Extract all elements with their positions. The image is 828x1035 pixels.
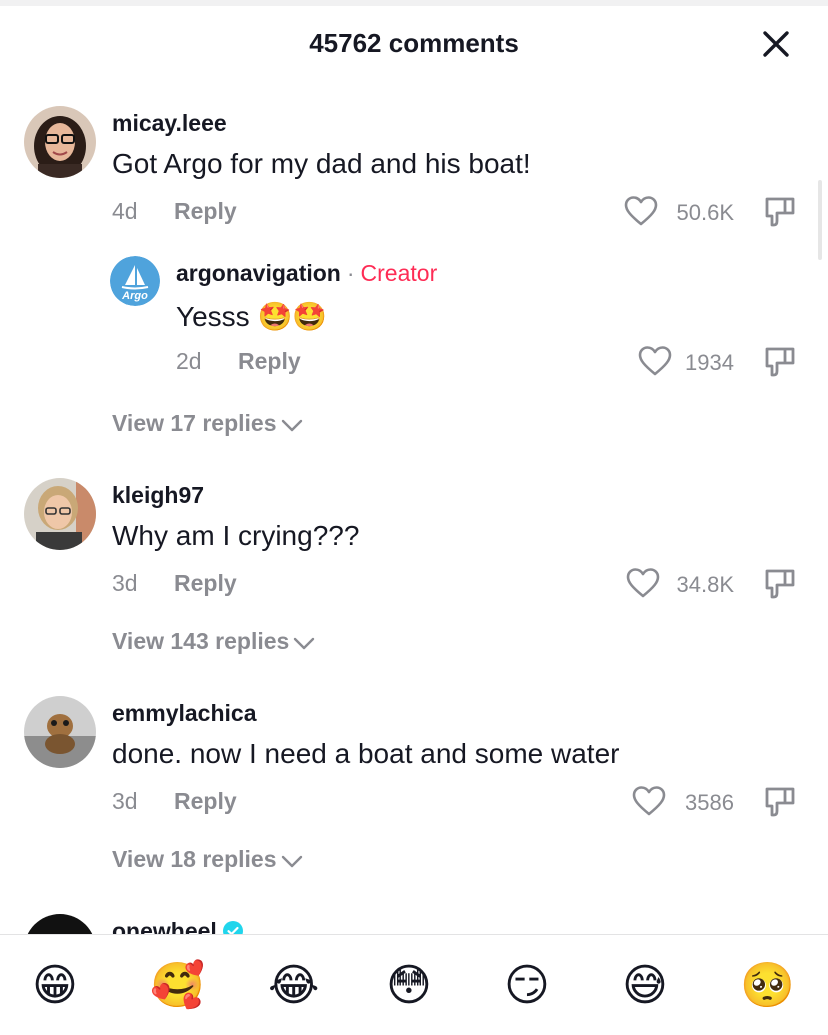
view-replies-button[interactable]: View 18 replies	[112, 846, 303, 873]
emoji-smiling-hearts[interactable]: 🥰	[150, 960, 205, 1012]
avatar[interactable]	[24, 696, 96, 768]
reply-text: Yesss 🤩🤩	[176, 301, 328, 332]
like-count: 34.8K	[676, 572, 735, 597]
chevron-down-icon	[281, 419, 302, 432]
avatar[interactable]	[24, 106, 96, 178]
reply-button[interactable]: Reply	[238, 348, 301, 375]
emoji-joy[interactable]: 😂	[268, 960, 319, 1012]
emoji-pleading[interactable]: 🥺	[740, 960, 795, 1012]
comment-username[interactable]: emmylachica	[112, 700, 256, 727]
chevron-down-icon	[294, 637, 315, 650]
comment-username[interactable]: micay.leee	[112, 110, 227, 137]
emoji-sweat-smile[interactable]: 😅	[622, 960, 668, 1012]
dislike-icon[interactable]	[762, 566, 798, 607]
view-replies-button[interactable]: View 17 replies	[112, 410, 303, 437]
heart-icon[interactable]	[638, 345, 672, 382]
emoji-flushed[interactable]: 😳	[386, 960, 432, 1012]
heart-icon[interactable]	[624, 195, 658, 232]
comment-text: Why am I crying???	[112, 520, 360, 551]
view-replies-label: View 17 replies	[112, 410, 277, 436]
comments-count-title: 45762 comments	[309, 28, 519, 58]
sheet-top-border	[0, 0, 828, 6]
comment-age: 3d	[112, 570, 138, 596]
comment-username[interactable]: kleigh97	[112, 482, 204, 509]
view-replies-label: View 143 replies	[112, 628, 290, 654]
like-count: 1934	[685, 350, 734, 375]
reply-button[interactable]: Reply	[174, 570, 237, 597]
dislike-icon[interactable]	[762, 784, 798, 825]
like-count: 50.6K	[676, 200, 735, 225]
comment-text: done. now I need a boat and some water	[112, 738, 620, 769]
scrollbar[interactable]	[818, 180, 822, 260]
dislike-icon[interactable]	[762, 344, 798, 385]
reply-button[interactable]: Reply	[174, 198, 237, 225]
view-replies-button[interactable]: View 143 replies	[112, 628, 315, 655]
view-replies-label: View 18 replies	[112, 846, 277, 872]
comment-age: 4d	[112, 198, 138, 224]
comment-text: Got Argo for my dad and his boat!	[112, 148, 531, 179]
creator-badge: Creator	[360, 260, 438, 286]
reply-age: 2d	[176, 348, 202, 374]
comment-age: 3d	[112, 788, 138, 814]
like-count: 3586	[685, 790, 734, 815]
chevron-down-icon	[281, 855, 302, 868]
reply-button[interactable]: Reply	[174, 788, 237, 815]
heart-icon[interactable]	[632, 785, 666, 822]
emoji-grin[interactable]: 😁	[32, 960, 78, 1012]
argo-logo-text: Argo	[122, 290, 148, 302]
reply-username-line: argonavigation · Creator	[176, 260, 437, 287]
separator-dot: ·	[346, 260, 355, 286]
dislike-icon[interactable]	[762, 194, 798, 235]
reply-username[interactable]: argonavigation	[176, 260, 341, 286]
avatar[interactable]	[24, 478, 96, 550]
heart-icon[interactable]	[626, 567, 660, 604]
close-icon[interactable]	[758, 26, 794, 62]
emoji-smirk[interactable]: 😏	[504, 960, 550, 1012]
